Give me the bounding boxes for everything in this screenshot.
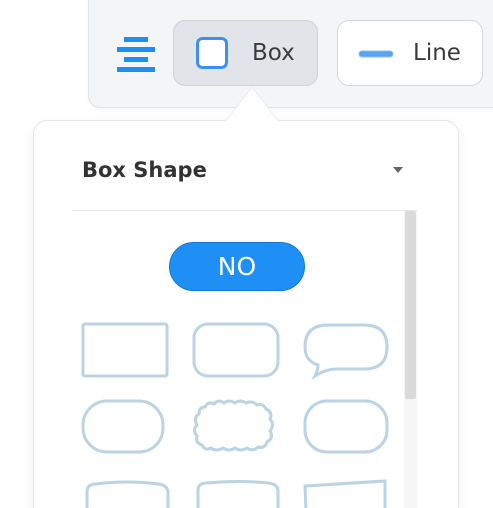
line-icon	[358, 50, 394, 58]
popover-arrow	[226, 88, 278, 121]
square-outline-icon	[196, 37, 228, 69]
line-tool-label: Line	[413, 40, 461, 66]
shape-wavy-top-rectangle-2[interactable]	[196, 480, 280, 508]
no-shape-button[interactable]: NO	[169, 242, 305, 291]
shape-tilted-rectangle[interactable]	[303, 479, 387, 508]
scrollbar-thumb[interactable]	[405, 211, 416, 399]
shape-rounded-oval[interactable]	[81, 399, 165, 454]
align-center-button[interactable]	[112, 32, 160, 76]
popover-title: Box Shape	[82, 158, 207, 182]
shape-grid	[81, 322, 389, 508]
shape-speech-bubble[interactable]	[303, 323, 389, 381]
align-center-icon	[117, 37, 155, 72]
shape-rounded-rectangle[interactable]	[192, 322, 280, 378]
shape-rounded-rectangle-large[interactable]	[303, 399, 389, 454]
shape-rectangle[interactable]	[81, 322, 169, 378]
box-tool-label: Box	[252, 40, 295, 66]
shape-cloud[interactable]	[193, 399, 274, 452]
divider	[72, 210, 418, 211]
app-root: Box Line Box Shape NO	[0, 0, 493, 508]
caret-down-icon[interactable]	[393, 167, 403, 173]
box-tool-button[interactable]: Box	[173, 20, 318, 86]
shape-wavy-top-rectangle[interactable]	[85, 480, 170, 508]
line-tool-button[interactable]: Line	[337, 20, 483, 86]
